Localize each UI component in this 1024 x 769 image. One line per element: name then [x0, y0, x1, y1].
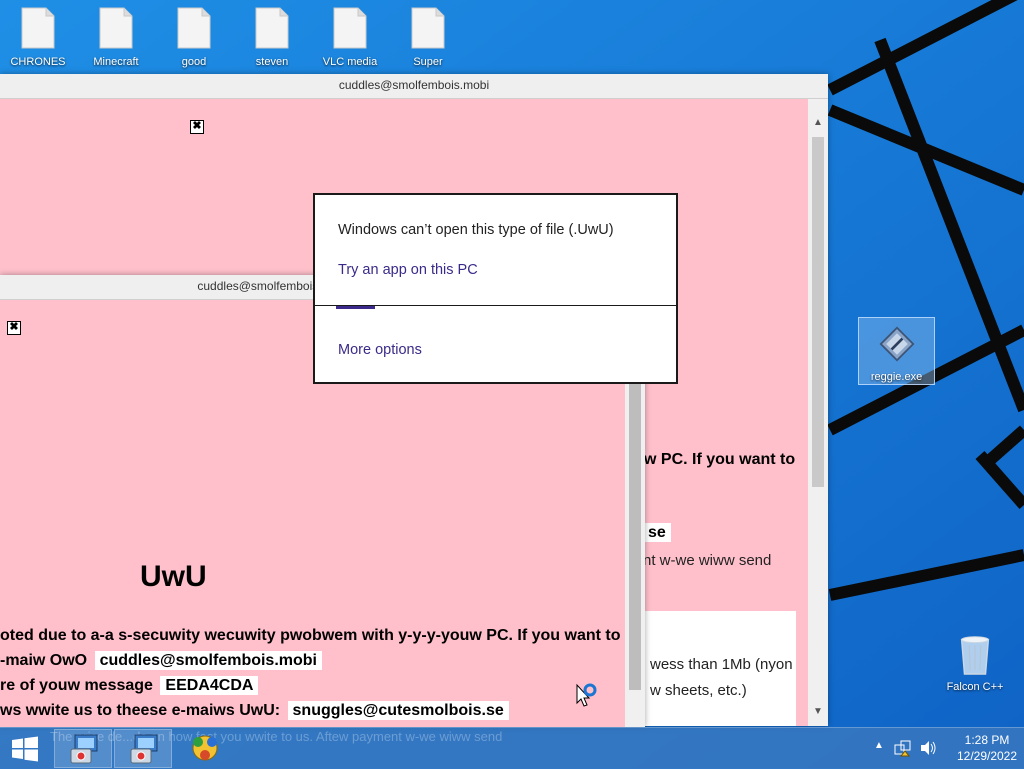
- desktop-icon-vlc-media[interactable]: VLC media: [314, 0, 386, 68]
- desktop-icon-label: good: [181, 56, 207, 68]
- email-chip-2: snuggles@cutesmolbois.se: [287, 701, 509, 720]
- scroll-down-arrow-icon[interactable]: ▼: [812, 706, 824, 718]
- ransom-line-2: -maiw OwO cuddles@smolfembois.mobi: [0, 651, 322, 670]
- window-scrollbar[interactable]: ▲ ▼: [808, 99, 828, 726]
- file-icon: [255, 7, 289, 49]
- exe-icon: [879, 326, 914, 362]
- peek-chip: se: [643, 523, 671, 542]
- clock-date: 12/29/2022: [956, 749, 1018, 763]
- desktop-icon-chrones[interactable]: CHRONES: [2, 0, 74, 68]
- network-app-icon: [192, 735, 218, 761]
- desktop-icon-label: Super: [413, 56, 443, 68]
- ransom-heading: UwU: [140, 560, 207, 593]
- taskbar-app-setup-2[interactable]: [114, 729, 172, 768]
- desktop-icon-label: reggie.exe: [870, 371, 923, 383]
- start-button[interactable]: [0, 729, 50, 768]
- peek-white-box: wess than 1Mb (nyon w sheets, etc.): [641, 611, 796, 726]
- scroll-thumb[interactable]: [629, 370, 641, 690]
- taskbar-clock[interactable]: 1:28 PM 12/29/2022: [952, 732, 1022, 764]
- busy-cursor-icon: [576, 683, 597, 707]
- taskbar-app-setup-1[interactable]: [54, 729, 112, 768]
- desktop-icon-label: Minecraft: [93, 56, 139, 68]
- id-chip: EEDA4CDA: [160, 676, 259, 695]
- taskbar-app-network[interactable]: [176, 729, 234, 768]
- more-options-link[interactable]: More options: [338, 342, 422, 358]
- open-with-dialog: Windows can’t open this type of file (.U…: [313, 193, 678, 384]
- installer-icon: [130, 734, 158, 764]
- windows-logo-icon: [12, 736, 38, 762]
- peek-line-3: nt w-we wiww send: [643, 552, 772, 569]
- ransom-line-2-text: -maiw OwO: [0, 652, 88, 669]
- desktop-icon-recycle-bin[interactable]: Falcon C++: [938, 628, 1012, 693]
- scroll-thumb[interactable]: [812, 137, 824, 487]
- peek-line-1: w PC. If you want to: [644, 451, 796, 468]
- desktop-icon-label: CHRONES: [10, 56, 66, 68]
- dialog-message: Windows can’t open this type of file (.U…: [338, 222, 614, 238]
- installer-icon: [70, 734, 98, 764]
- file-icon: [99, 7, 133, 49]
- desktop-icon-reggie-exe[interactable]: reggie.exe: [858, 317, 935, 385]
- desktop-icon-steven[interactable]: steven: [236, 0, 308, 68]
- window-title[interactable]: cuddles@smolfembois.mobi: [0, 74, 828, 99]
- peek-line-4: wess than 1Mb (nyon: [650, 656, 793, 673]
- scroll-up-arrow-icon[interactable]: ▲: [812, 117, 824, 129]
- file-icon: [333, 7, 367, 49]
- desktop-icon-minecraft[interactable]: Minecraft: [80, 0, 152, 68]
- peek-line-5: w sheets, etc.): [650, 682, 747, 699]
- recycle-bin-icon: [960, 636, 990, 675]
- broken-image-icon: ✖: [7, 321, 21, 335]
- taskbar: The price de...ds on how fast you wwite …: [0, 727, 1024, 769]
- file-icon: [177, 7, 211, 49]
- system-tray: ▲ 1:28 PM 12/29/2022: [864, 728, 1024, 769]
- file-icon: [21, 7, 55, 49]
- desktop-icon-good[interactable]: good: [158, 0, 230, 68]
- try-app-link[interactable]: Try an app on this PC: [338, 262, 478, 278]
- clock-time: 1:28 PM: [964, 733, 1010, 747]
- ransom-line-1: oted due to a-a s-secuwity wecuwity pwob…: [0, 627, 621, 644]
- ransom-line-3-text: re of youw message: [0, 677, 153, 694]
- email-chip: cuddles@smolfembois.mobi: [94, 651, 322, 670]
- tray-overflow-chevron-icon[interactable]: ▲: [874, 740, 884, 751]
- ransom-line-3: re of youw message EEDA4CDA: [0, 676, 259, 695]
- dialog-accent-bar: [336, 306, 375, 309]
- desktop-icon-super[interactable]: Super: [392, 0, 464, 68]
- desktop-icon-label: VLC media: [322, 56, 378, 68]
- desktop-icon-label: steven: [255, 56, 289, 68]
- ransom-line-4: ws wwite us to theese e-maiws UwU: snugg…: [0, 701, 509, 720]
- file-icon: [411, 7, 445, 49]
- network-status-icon[interactable]: [894, 739, 912, 757]
- volume-icon[interactable]: [919, 739, 937, 757]
- desktop-icon-label: Falcon C++: [946, 681, 1004, 693]
- ransom-line-4-text: ws wwite us to theese e-maiws UwU:: [0, 702, 281, 719]
- broken-image-icon: ✖: [190, 120, 204, 134]
